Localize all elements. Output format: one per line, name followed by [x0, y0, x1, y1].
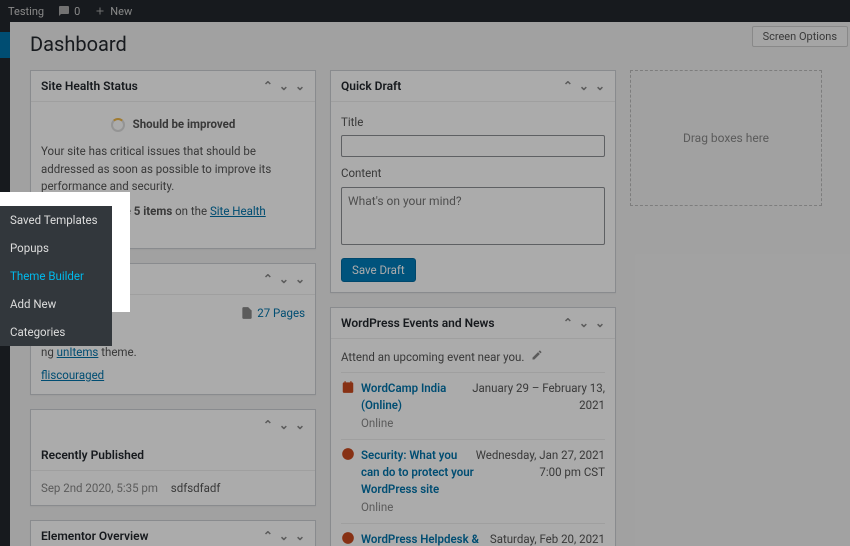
events-news-title: WordPress Events and News — [341, 316, 495, 330]
pages-link[interactable]: 27 Pages — [240, 305, 305, 322]
chevron-sort-icon[interactable]: ⌄ — [595, 316, 605, 330]
flyout-item-theme-builder[interactable]: Theme Builder — [0, 262, 112, 290]
quick-draft-title: Quick Draft — [341, 79, 401, 93]
theme-text-b: theme. — [98, 345, 136, 359]
templates-submenu: Saved TemplatesPopupsTheme BuilderAdd Ne… — [0, 206, 112, 346]
quick-draft-title-label: Title — [341, 114, 605, 131]
save-draft-button[interactable]: Save Draft — [341, 258, 416, 282]
published-date: Sep 2nd 2020, 5:35 pm — [41, 481, 158, 495]
recently-published-heading: Recently Published — [31, 440, 315, 471]
chevron-up-icon[interactable]: ⌃ — [263, 79, 273, 93]
comment-icon — [58, 5, 70, 17]
event-time: 7:00 pm CST — [476, 464, 605, 481]
site-health-title: Site Health Status — [41, 79, 138, 93]
chevron-up-icon[interactable]: ⌃ — [563, 316, 573, 330]
theme-link[interactable]: unItems — [57, 345, 99, 359]
new-content-link[interactable]: New — [94, 5, 132, 18]
page-title: Dashboard — [30, 22, 840, 70]
published-post-link[interactable]: sdfsdfadf — [171, 481, 221, 495]
calendar-icon — [341, 380, 355, 394]
chevron-down-icon[interactable]: ⌄ — [279, 529, 289, 543]
event-title-link[interactable]: Security: What you can do to protect you… — [361, 447, 476, 499]
templates-flyout: Saved TemplatesPopupsTheme BuilderAdd Ne… — [0, 196, 130, 346]
pencil-icon[interactable] — [531, 349, 543, 361]
event-date: January 29 – February 13, — [472, 380, 605, 397]
chevron-down-icon[interactable]: ⌄ — [279, 272, 289, 286]
elementor-overview-title: Elementor Overview — [41, 529, 148, 543]
event-row: WordPress Helpdesk & HackingOnlineSaturd… — [341, 523, 605, 546]
site-health-items: 5 items — [134, 204, 172, 218]
event-location: Online — [361, 415, 472, 432]
event-date: Saturday, Feb 20, 2021 — [490, 531, 605, 546]
attend-text: Attend an upcoming event near you. — [341, 350, 524, 364]
theme-text-a: ng — [41, 345, 57, 359]
site-health-t2c: on the — [172, 204, 210, 218]
chevron-up-icon[interactable]: ⌃ — [263, 529, 273, 543]
meetup-icon — [341, 447, 355, 461]
chevron-sort-icon[interactable]: ⌄ — [295, 418, 305, 432]
admin-toolbar: Testing 0 New — [0, 0, 850, 22]
event-date: Wednesday, Jan 27, 2021 — [476, 447, 605, 464]
discouraged-link[interactable]: fliscouraged — [41, 368, 104, 382]
flyout-item-saved-templates[interactable]: Saved Templates — [0, 206, 112, 234]
flyout-item-add-new[interactable]: Add New — [0, 290, 112, 318]
meetup-icon — [341, 531, 355, 545]
quick-draft-title-input[interactable] — [341, 135, 605, 157]
events-news-box: WordPress Events and News ⌃ ⌄ ⌄ Attend an … — [330, 307, 616, 546]
quick-draft-box: Quick Draft ⌃ ⌄ ⌄ Title Content Save Draft — [330, 70, 616, 293]
chevron-down-icon[interactable]: ⌄ — [579, 79, 589, 93]
event-location: Online — [361, 499, 476, 516]
chevron-up-icon[interactable]: ⌃ — [263, 418, 273, 432]
event-title-link[interactable]: WordPress Helpdesk & Hacking — [361, 531, 490, 546]
event-row: WordCamp India (Online)Online January 29 … — [341, 372, 605, 439]
sidebar-active-marker — [0, 32, 10, 58]
event-row: Security: What you can do to protect you… — [341, 439, 605, 523]
chevron-sort-icon[interactable]: ⌄ — [295, 272, 305, 286]
flyout-item-categories[interactable]: Categories — [0, 318, 112, 346]
activity-box: ⌃ ⌄ ⌄ Recently Published Sep 2nd 2020, 5:3… — [30, 409, 316, 506]
site-name-link[interactable]: Testing — [8, 5, 44, 18]
event-time: 2021 — [472, 397, 605, 414]
quick-draft-content-textarea[interactable] — [341, 187, 605, 245]
chevron-down-icon[interactable]: ⌄ — [279, 418, 289, 432]
comments-count: 0 — [74, 5, 80, 18]
site-health-text1: Your site has critical issues that shoul… — [41, 143, 305, 195]
chevron-up-icon[interactable]: ⌃ — [563, 79, 573, 93]
pages-count: 27 Pages — [257, 306, 305, 320]
chevron-sort-icon[interactable]: ⌄ — [295, 79, 305, 93]
page-icon — [240, 306, 254, 320]
new-label: New — [110, 5, 132, 18]
plus-icon — [94, 5, 106, 17]
chevron-sort-icon[interactable]: ⌄ — [595, 79, 605, 93]
chevron-down-icon[interactable]: ⌄ — [579, 316, 589, 330]
elementor-overview-box: Elementor Overview ⌃⌄⌄ E Elementor v3.0.… — [30, 520, 316, 546]
chevron-sort-icon[interactable]: ⌄ — [295, 529, 305, 543]
chevron-up-icon[interactable]: ⌃ — [263, 272, 273, 286]
comments-link[interactable]: 0 — [58, 5, 80, 18]
spinner-icon — [111, 118, 125, 132]
event-title-link[interactable]: WordCamp India (Online) — [361, 380, 472, 415]
dropzone[interactable]: Drag boxes here — [630, 70, 822, 206]
site-health-status: Should be improved — [133, 116, 236, 133]
quick-draft-content-label: Content — [341, 165, 605, 182]
screen-options-tab[interactable]: Screen Options — [752, 26, 848, 47]
flyout-item-popups[interactable]: Popups — [0, 234, 112, 262]
chevron-down-icon[interactable]: ⌄ — [279, 79, 289, 93]
